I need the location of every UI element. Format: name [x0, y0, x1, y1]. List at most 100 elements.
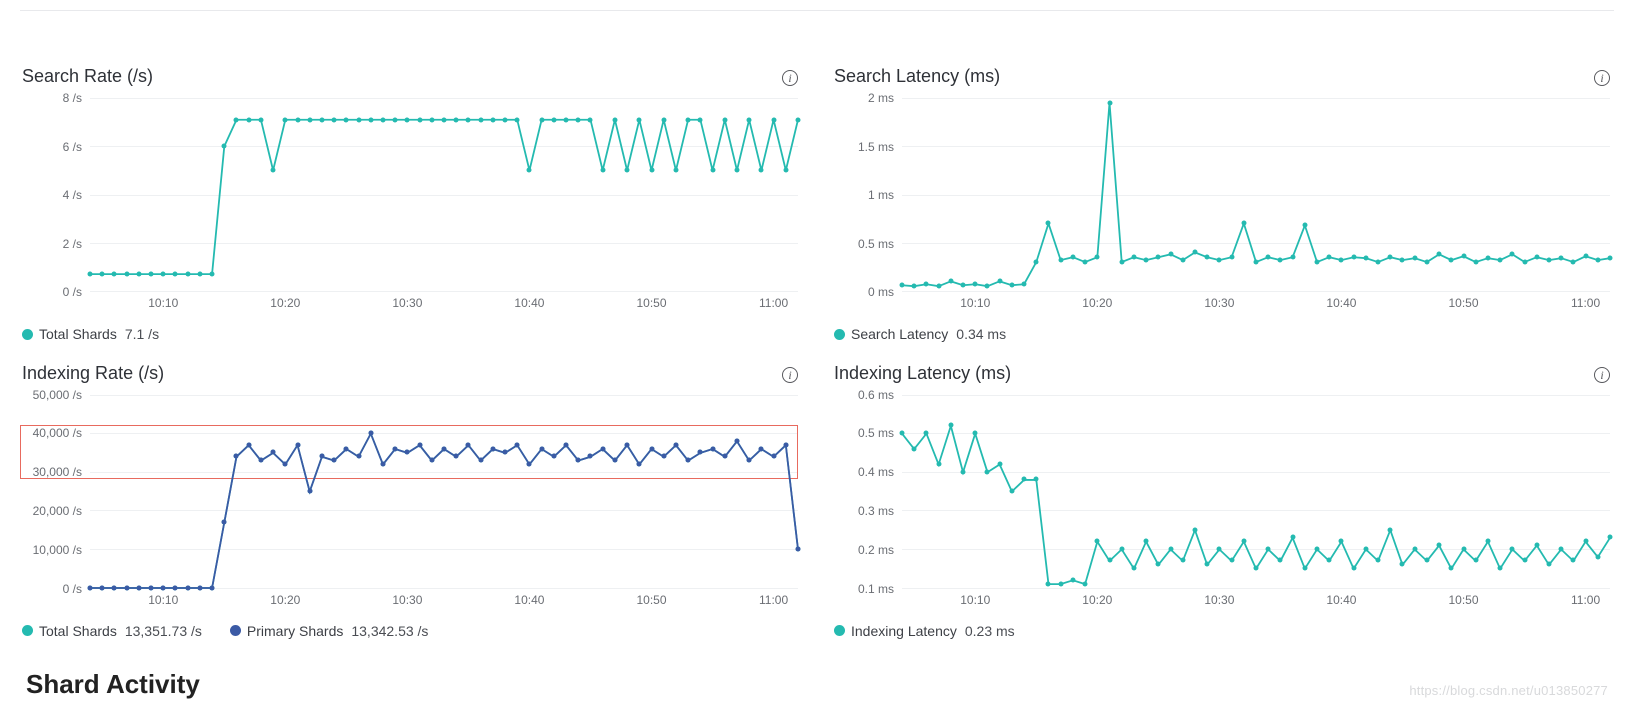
data-point — [722, 117, 727, 122]
data-point — [515, 442, 520, 447]
chart-area[interactable]: 0 ms0.5 ms1 ms1.5 ms2 ms10:1010:2010:301… — [832, 95, 1614, 320]
info-icon[interactable]: i — [782, 367, 798, 383]
legend-label: Search Latency — [851, 326, 948, 342]
data-point — [1278, 558, 1283, 563]
data-point — [1351, 255, 1356, 260]
legend-value: 0.23 ms — [965, 623, 1015, 639]
data-point — [1095, 539, 1100, 544]
data-point — [466, 442, 471, 447]
y-tick-label: 6 /s — [20, 140, 82, 154]
data-point — [612, 117, 617, 122]
data-point — [1180, 258, 1185, 263]
data-point — [1339, 539, 1344, 544]
data-point — [478, 117, 483, 122]
data-point — [442, 446, 447, 451]
x-tick-label: 11:00 — [759, 593, 788, 607]
data-point — [393, 117, 398, 122]
y-tick-label: 2 ms — [832, 91, 894, 105]
data-point — [1485, 256, 1490, 261]
data-point — [1595, 554, 1600, 559]
data-point — [771, 117, 776, 122]
x-tick-label: 10:10 — [960, 296, 990, 310]
data-point — [124, 272, 129, 277]
y-tick-label: 30,000 /s — [20, 465, 82, 479]
data-point — [1376, 260, 1381, 265]
data-point — [1400, 562, 1405, 567]
data-point — [576, 117, 581, 122]
data-point — [234, 454, 239, 459]
data-point — [405, 117, 410, 122]
data-point — [1498, 566, 1503, 571]
legend-swatch — [834, 329, 845, 340]
data-point — [1424, 558, 1429, 563]
data-point — [1046, 581, 1051, 586]
x-tick-label: 11:00 — [759, 296, 788, 310]
data-point — [661, 454, 666, 459]
data-point — [900, 283, 905, 288]
y-tick-label: 0.5 ms — [832, 237, 894, 251]
legend-item[interactable]: Indexing Latency 0.23 ms — [834, 623, 1015, 639]
x-tick-label: 10:10 — [960, 593, 990, 607]
data-point — [973, 282, 978, 287]
legend-item[interactable]: Total Shards7.1 /s — [22, 326, 159, 342]
x-tick-label: 11:00 — [1571, 296, 1600, 310]
data-point — [271, 168, 276, 173]
grid-line — [902, 291, 1610, 292]
data-point — [283, 461, 288, 466]
chart-svg — [90, 395, 798, 588]
y-tick-label: 0 /s — [20, 582, 82, 596]
data-point — [295, 117, 300, 122]
legend-label: Total Shards — [39, 623, 117, 639]
divider — [20, 10, 1614, 11]
info-icon[interactable]: i — [1594, 367, 1610, 383]
x-tick-label: 10:10 — [148, 296, 178, 310]
data-point — [380, 461, 385, 466]
data-point — [997, 279, 1002, 284]
x-tick-label: 10:50 — [1449, 593, 1479, 607]
data-point — [588, 117, 593, 122]
plot-area — [902, 98, 1610, 292]
data-point — [539, 117, 544, 122]
legend-item[interactable]: Total Shards13,351.73 /s — [22, 623, 202, 639]
data-point — [1083, 260, 1088, 265]
data-point — [1058, 258, 1063, 263]
legend-item[interactable]: Search Latency0.34 ms — [834, 326, 1006, 342]
data-point — [625, 168, 630, 173]
chart-area[interactable]: 0.1 ms0.2 ms0.3 ms0.4 ms0.5 ms0.6 ms10:1… — [832, 392, 1614, 617]
x-tick-label: 10:50 — [637, 296, 667, 310]
x-axis: 10:1010:2010:3010:4010:5011:00 — [90, 296, 798, 316]
info-icon[interactable]: i — [782, 70, 798, 86]
legend-item[interactable]: Primary Shards 13,342.53 /s — [230, 623, 429, 639]
data-point — [1254, 260, 1259, 265]
data-point — [564, 442, 569, 447]
data-point — [1327, 255, 1332, 260]
chart-svg — [902, 395, 1610, 588]
data-point — [1168, 252, 1173, 257]
info-icon[interactable]: i — [1594, 70, 1610, 86]
legend-label: Indexing Latency — [851, 623, 957, 639]
data-point — [1473, 558, 1478, 563]
legend-value: 13,342.53 /s — [351, 623, 428, 639]
data-point — [1290, 255, 1295, 260]
data-point — [1009, 283, 1014, 288]
data-point — [1278, 258, 1283, 263]
data-point — [1229, 255, 1234, 260]
data-point — [924, 282, 929, 287]
data-point — [1351, 566, 1356, 571]
data-point — [405, 450, 410, 455]
x-tick-label: 10:30 — [1204, 296, 1234, 310]
data-point — [307, 489, 312, 494]
data-point — [149, 585, 154, 590]
legend-swatch — [22, 625, 33, 636]
data-point — [1388, 255, 1393, 260]
legend-label: Primary Shards — [247, 623, 343, 639]
data-point — [271, 450, 276, 455]
data-point — [1058, 581, 1063, 586]
data-point — [1510, 546, 1515, 551]
chart-area[interactable]: 0 /s2 /s4 /s6 /s8 /s10:1010:2010:3010:40… — [20, 95, 802, 320]
data-point — [124, 585, 129, 590]
y-tick-label: 0 /s — [20, 285, 82, 299]
chart-legend: Total Shards7.1 /s — [22, 326, 802, 343]
data-point — [1046, 221, 1051, 226]
chart-area[interactable]: 0 /s10,000 /s20,000 /s30,000 /s40,000 /s… — [20, 392, 802, 617]
